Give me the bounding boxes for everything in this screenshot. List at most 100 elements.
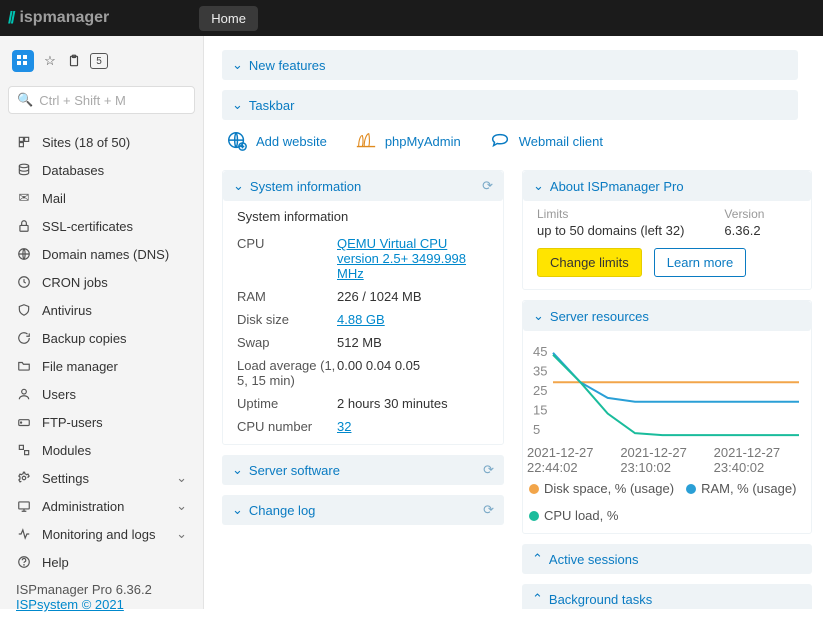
k-ram: RAM [237, 289, 337, 304]
legend-label: Disk space, % (usage) [544, 481, 674, 496]
lock-icon [16, 218, 32, 234]
k-cpu: CPU [237, 236, 337, 281]
chevron-down-icon: ⌄ [533, 308, 544, 324]
nav-label: Antivirus [42, 303, 92, 318]
k-swap: Swap [237, 335, 337, 350]
logo: // ispmanager [8, 8, 109, 28]
svg-text:25: 25 [533, 383, 547, 398]
acc-taskbar[interactable]: ⌄Taskbar [222, 90, 798, 120]
sidebar-item-modules[interactable]: Modules [8, 436, 195, 464]
link-add-website[interactable]: Add website [226, 130, 327, 152]
sysinfo-subtitle: System information [223, 201, 503, 226]
module-icon [16, 442, 32, 458]
folder-icon [16, 358, 32, 374]
database-icon [16, 162, 32, 178]
chart-legend: Disk space, % (usage) RAM, % (usage) CPU… [523, 475, 811, 533]
chevron-down-icon: ⌄ [176, 470, 187, 486]
webmail-icon [489, 130, 511, 152]
clipboard-icon[interactable] [66, 53, 82, 69]
refresh-icon[interactable]: ⟳ [482, 178, 493, 194]
acc-sysinfo[interactable]: ⌄System information⟳ [223, 171, 503, 201]
change-limits-button[interactable]: Change limits [537, 248, 642, 277]
monitor-icon [16, 526, 32, 542]
sidebar-item-admin[interactable]: Administration⌄ [8, 492, 195, 520]
nav-group-3: Users FTP-users [6, 380, 197, 436]
v-cpu[interactable]: QEMU Virtual CPU version 2.5+ 3499.998 M… [337, 236, 466, 281]
phpmyadmin-icon [355, 130, 377, 152]
v-ram: 226 / 1024 MB [337, 289, 489, 304]
dot-icon [529, 511, 539, 521]
k-disk: Disk size [237, 312, 337, 327]
search-box[interactable]: 🔍 [8, 86, 195, 114]
main-content: ⌄New features ⌄Taskbar Add website phpMy… [204, 36, 823, 609]
star-icon[interactable]: ☆ [42, 53, 58, 69]
acc-active-sessions[interactable]: ⌃Active sessions [522, 544, 812, 574]
five-badge-icon[interactable]: 5 [90, 53, 108, 69]
link-label: Webmail client [519, 134, 603, 149]
search-icon: 🔍 [17, 92, 33, 108]
acc-server-software[interactable]: ⌄Server software⟳ [222, 455, 504, 485]
logo-slash-icon: // [8, 8, 13, 28]
acc-label: Active sessions [549, 552, 639, 567]
sidebar-item-databases[interactable]: Databases [8, 156, 195, 184]
sidebar: ☆ 5 🔍 Sites (18 of 50) Databases ✉Mail S… [0, 36, 204, 609]
svg-text:35: 35 [533, 363, 547, 378]
k-cn: CPU number [237, 419, 337, 434]
acc-new-features[interactable]: ⌄New features [222, 50, 798, 80]
acc-label: About ISPmanager Pro [550, 179, 684, 194]
refresh-icon[interactable]: ⟳ [483, 502, 494, 518]
acc-label: Server software [249, 463, 340, 478]
backup-icon [16, 330, 32, 346]
line-chart-svg: 515253545 [531, 337, 803, 447]
nav-label: Help [42, 555, 69, 570]
footer-version: ISPmanager Pro 6.36.2 [16, 582, 187, 597]
clock-icon [16, 274, 32, 290]
sidebar-item-backup[interactable]: Backup copies [8, 324, 195, 352]
sidebar-item-users[interactable]: Users [8, 380, 195, 408]
chevron-down-icon: ⌄ [176, 526, 187, 542]
learn-more-button[interactable]: Learn more [654, 248, 746, 277]
footer-link[interactable]: ISPsystem © 2021 [16, 597, 124, 612]
globe-icon [16, 246, 32, 262]
sidebar-item-dns[interactable]: Domain names (DNS) [8, 240, 195, 268]
v-up: 2 hours 30 minutes [337, 396, 489, 411]
nav-label: Users [42, 387, 76, 402]
nav-label: Domain names (DNS) [42, 247, 169, 262]
acc-label: Taskbar [249, 98, 295, 113]
search-input[interactable] [39, 93, 215, 108]
version-value: 6.36.2 [724, 223, 764, 238]
acc-background-tasks[interactable]: ⌃Background tasks [522, 584, 812, 609]
v-cn[interactable]: 32 [337, 419, 351, 434]
link-label: phpMyAdmin [385, 134, 461, 149]
sidebar-item-settings[interactable]: Settings⌄ [8, 464, 195, 492]
resources-chart: 515253545 [523, 331, 811, 451]
refresh-icon[interactable]: ⟳ [483, 462, 494, 478]
link-phpmyadmin[interactable]: phpMyAdmin [355, 130, 461, 152]
sidebar-item-monitoring[interactable]: Monitoring and logs⌄ [8, 520, 195, 548]
globe-plus-icon [226, 130, 248, 152]
dot-icon [686, 484, 696, 494]
sidebar-item-sites[interactable]: Sites (18 of 50) [8, 128, 195, 156]
sidebar-item-cron[interactable]: CRON jobs [8, 268, 195, 296]
nav-group-4: Modules [6, 436, 197, 464]
limits-value: up to 50 domains (left 32) [537, 223, 684, 238]
sidebar-item-antivirus[interactable]: Antivirus [8, 296, 195, 324]
link-webmail[interactable]: Webmail client [489, 130, 603, 152]
sidebar-item-ftp[interactable]: FTP-users [8, 408, 195, 436]
v-la: 0.00 0.04 0.05 [337, 358, 489, 388]
user-icon [16, 386, 32, 402]
acc-resources[interactable]: ⌄Server resources [523, 301, 811, 331]
sidebar-item-mail[interactable]: ✉Mail [8, 184, 195, 212]
acc-change-log[interactable]: ⌄Change log⟳ [222, 495, 504, 525]
sidebar-item-help[interactable]: Help [8, 548, 195, 576]
sidebar-item-ssl[interactable]: SSL-certificates [8, 212, 195, 240]
v-disk[interactable]: 4.88 GB [337, 312, 385, 327]
nav-label: Backup copies [42, 331, 127, 346]
acc-label: System information [250, 179, 361, 194]
sidebar-item-files[interactable]: File manager [8, 352, 195, 380]
home-button[interactable]: Home [199, 6, 258, 31]
apps-grid-icon[interactable] [12, 50, 34, 72]
acc-about[interactable]: ⌄ About ISPmanager Pro [523, 171, 811, 201]
k-la: Load average (1, 5, 15 min) [237, 358, 337, 388]
chevron-down-icon: ⌄ [533, 178, 544, 194]
